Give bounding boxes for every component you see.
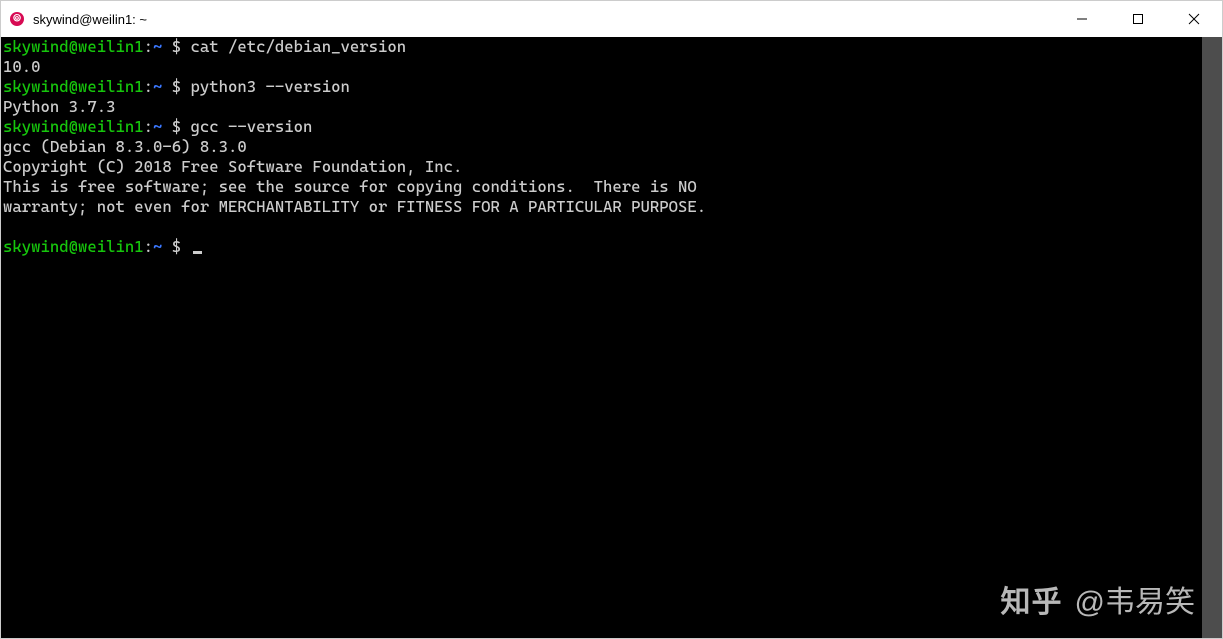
output-text: Python 3.7.3 [3, 97, 116, 116]
cursor [193, 251, 202, 254]
scrollbar-thumb[interactable] [1202, 37, 1222, 638]
output-text: gcc (Debian 8.3.0-6) 8.3.0 [3, 137, 247, 156]
prompt-at: @ [69, 77, 78, 96]
output-text: 10.0 [3, 57, 41, 76]
prompt-sep: : [144, 117, 153, 136]
prompt-symbol: $ [162, 237, 190, 256]
prompt-host: weilin1 [78, 117, 144, 136]
scrollbar[interactable] [1202, 37, 1222, 638]
prompt-host: weilin1 [78, 37, 144, 56]
terminal-line [3, 217, 1200, 237]
prompt-path: ~ [153, 117, 162, 136]
prompt-symbol: $ [162, 37, 190, 56]
maximize-button[interactable] [1110, 1, 1166, 37]
terminal-line: warranty; not even for MERCHANTABILITY o… [3, 197, 1200, 217]
terminal-line: Python 3.7.3 [3, 97, 1200, 117]
output-text: Copyright (C) 2018 Free Software Foundat… [3, 157, 462, 176]
prompt-host: weilin1 [78, 237, 144, 256]
terminal-line: Copyright (C) 2018 Free Software Foundat… [3, 157, 1200, 177]
prompt-user: skywind [3, 117, 69, 136]
output-text: This is free software; see the source fo… [3, 177, 697, 196]
prompt-path: ~ [153, 77, 162, 96]
terminal-line: skywind@weilin1:~ $ cat /etc/debian_vers… [3, 37, 1200, 57]
prompt-sep: : [144, 77, 153, 96]
prompt-user: skywind [3, 37, 69, 56]
command-text: cat /etc/debian_version [191, 37, 407, 56]
terminal-line: gcc (Debian 8.3.0-6) 8.3.0 [3, 137, 1200, 157]
titlebar[interactable]: skywind@weilin1: ~ [1, 1, 1222, 37]
terminal-output[interactable]: skywind@weilin1:~ $ cat /etc/debian_vers… [1, 37, 1202, 638]
output-text: warranty; not even for MERCHANTABILITY o… [3, 197, 706, 216]
prompt-symbol: $ [162, 77, 190, 96]
prompt-symbol: $ [162, 117, 190, 136]
command-text: python3 --version [191, 77, 350, 96]
terminal-line: skywind@weilin1:~ $ python3 --version [3, 77, 1200, 97]
prompt-sep: : [144, 237, 153, 256]
terminal-line: skywind@weilin1:~ $ gcc --version [3, 117, 1200, 137]
prompt-sep: : [144, 37, 153, 56]
close-button[interactable] [1166, 1, 1222, 37]
prompt-at: @ [69, 117, 78, 136]
output-text [3, 217, 12, 236]
window-controls [1054, 1, 1222, 37]
prompt-user: skywind [3, 77, 69, 96]
prompt-path: ~ [153, 37, 162, 56]
terminal-line: skywind@weilin1:~ $ [3, 237, 1200, 257]
prompt-at: @ [69, 237, 78, 256]
prompt-path: ~ [153, 237, 162, 256]
prompt-user: skywind [3, 237, 69, 256]
terminal-line: 10.0 [3, 57, 1200, 77]
terminal-window: skywind@weilin1: ~ skywind@weilin1:~ $ c… [0, 0, 1223, 639]
terminal-container: skywind@weilin1:~ $ cat /etc/debian_vers… [1, 37, 1222, 638]
prompt-at: @ [69, 37, 78, 56]
prompt-host: weilin1 [78, 77, 144, 96]
minimize-button[interactable] [1054, 1, 1110, 37]
window-title: skywind@weilin1: ~ [33, 12, 1054, 27]
debian-icon [9, 11, 25, 27]
terminal-line: This is free software; see the source fo… [3, 177, 1200, 197]
command-text: gcc --version [191, 117, 313, 136]
